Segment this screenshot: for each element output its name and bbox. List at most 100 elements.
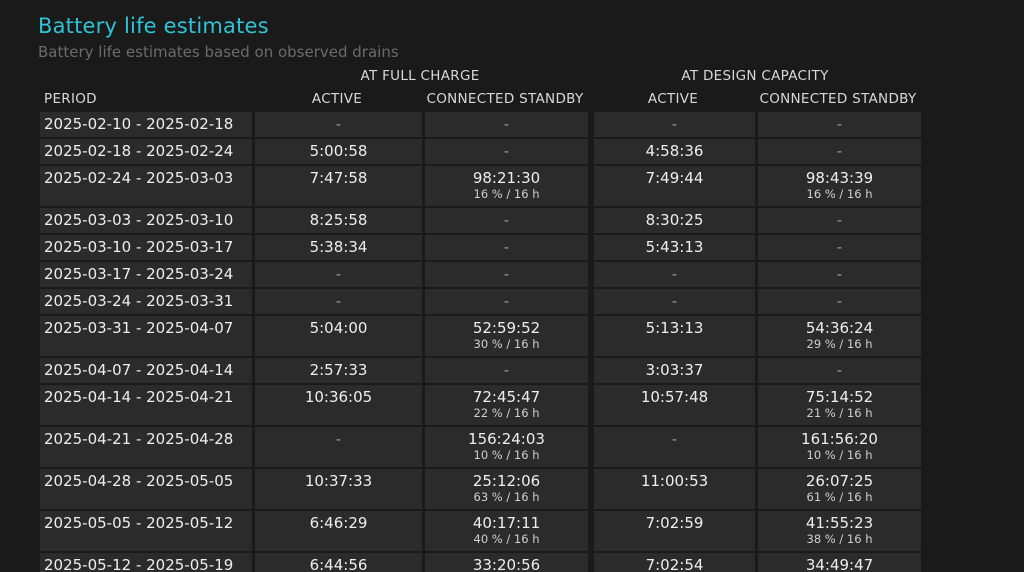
design-active-value: 5:13:13 — [645, 319, 704, 337]
active-cell: 10:37:33 — [255, 469, 422, 509]
connected-standby-cell: 40:17:11 40 % / 16 h — [425, 511, 588, 551]
design-active-cell: 3:03:37 — [594, 358, 755, 383]
table-row: 2025-04-14 - 2025-04-21 10:36:05 72:45:47 2… — [40, 385, 921, 425]
design-active-cell: 11:00:53 — [594, 469, 755, 509]
connected-standby-cell: - — [425, 262, 588, 287]
design-connected-standby-value: - — [836, 265, 843, 283]
design-active-value: 10:57:48 — [640, 388, 709, 406]
design-active-value: 5:43:13 — [645, 238, 704, 256]
design-active-value: 4:58:36 — [645, 142, 704, 160]
design-active-cell: 10:57:48 — [594, 385, 755, 425]
table-row: 2025-02-24 - 2025-03-03 7:47:58 98:21:30 16… — [40, 166, 921, 206]
connected-standby-value: - — [503, 292, 510, 310]
active-cell: 6:46:29 — [255, 511, 422, 551]
active-value: 2:57:33 — [309, 361, 368, 379]
design-connected-standby-cell: 34:49:4746 % / 16 h — [758, 553, 921, 572]
design-connected-standby-value: - — [836, 142, 843, 160]
connected-standby-cell: - — [425, 289, 588, 314]
design-connected-standby-cell: - — [758, 358, 921, 383]
active-value: - — [335, 430, 342, 448]
design-active-value: - — [671, 115, 678, 133]
active-cell: 7:47:58 — [255, 166, 422, 206]
design-connected-standby-cell: - — [758, 208, 921, 233]
design-connected-standby-cell: 75:14:52 21 % / 16 h — [758, 385, 921, 425]
design-connected-standby-cell: 41:55:23 38 % / 16 h — [758, 511, 921, 551]
design-connected-standby-value: - — [836, 211, 843, 229]
period-cell: 2025-04-28 - 2025-05-05 — [40, 469, 252, 509]
design-connected-standby-value: 26:07:25 — [805, 472, 874, 490]
design-active-cell: 7:49:44 — [594, 166, 755, 206]
active-value: 6:46:29 — [309, 514, 368, 532]
design-active-value: - — [671, 430, 678, 448]
connected-standby-drain: 40 % / 16 h — [473, 532, 540, 546]
design-connected-standby-value: 34:49:47 — [805, 556, 874, 572]
table-row: 2025-03-24 - 2025-03-31 - - - - — [40, 289, 921, 314]
connected-standby-drain: 22 % / 16 h — [473, 406, 540, 420]
design-connected-standby-drain: 61 % / 16 h — [806, 490, 873, 504]
design-active-cell: 7:02:54 — [594, 553, 755, 572]
design-active-value: 7:49:44 — [645, 169, 704, 187]
connected-standby-cell: 72:45:47 22 % / 16 h — [425, 385, 588, 425]
period-cell: 2025-02-18 - 2025-02-24 — [40, 139, 252, 164]
active-value: 5:38:34 — [309, 238, 368, 256]
column-header-design-active: ACTIVE — [647, 91, 699, 107]
connected-standby-drain: 30 % / 16 h — [473, 337, 540, 351]
active-cell: - — [255, 112, 422, 137]
connected-standby-value: 52:59:52 — [472, 319, 541, 337]
table-body: 2025-02-10 - 2025-02-18- - - -2025-02-18 - … — [40, 112, 921, 572]
active-value: - — [335, 115, 342, 133]
active-cell: 10:36:05 — [255, 385, 422, 425]
design-connected-standby-cell: - — [758, 289, 921, 314]
design-connected-standby-cell: - — [758, 139, 921, 164]
group-header-design-capacity: AT DESIGN CAPACITY — [681, 68, 829, 84]
design-connected-standby-cell: 26:07:25 61 % / 16 h — [758, 469, 921, 509]
table-row: 2025-05-05 - 2025-05-12 6:46:29 40:17:11 40… — [40, 511, 921, 551]
connected-standby-cell: - — [425, 358, 588, 383]
period-cell: 2025-05-12 - 2025-05-19 — [40, 553, 252, 572]
period-cell: 2025-02-24 - 2025-03-03 — [40, 166, 252, 206]
active-cell: 5:04:00 — [255, 316, 422, 356]
connected-standby-cell: - — [425, 208, 588, 233]
design-active-cell: - — [594, 427, 755, 467]
design-connected-standby-value: - — [836, 238, 843, 256]
connected-standby-cell: 33:20:5648 % / 16 h — [425, 553, 588, 572]
connected-standby-value: 40:17:11 — [472, 514, 541, 532]
connected-standby-value: - — [503, 361, 510, 379]
page-title: Battery life estimates — [38, 14, 269, 38]
period-cell: 2025-04-21 - 2025-04-28 — [40, 427, 252, 467]
active-value: 10:36:05 — [304, 388, 373, 406]
connected-standby-drain: 16 % / 16 h — [473, 187, 540, 201]
connected-standby-value: - — [503, 238, 510, 256]
design-connected-standby-cell: 54:36:24 29 % / 16 h — [758, 316, 921, 356]
connected-standby-value: - — [503, 211, 510, 229]
design-connected-standby-cell: - — [758, 235, 921, 260]
period-cell: 2025-03-24 - 2025-03-31 — [40, 289, 252, 314]
connected-standby-value: - — [503, 142, 510, 160]
battery-estimates-table: 2025-02-10 - 2025-02-18- - - -2025-02-18 - … — [40, 110, 921, 572]
table-row: 2025-03-17 - 2025-03-24 - - - - — [40, 262, 921, 287]
connected-standby-cell: 25:12:06 63 % / 16 h — [425, 469, 588, 509]
active-cell: 6:44:56 — [255, 553, 422, 572]
table-row: 2025-03-10 - 2025-03-17 5:38:34 - 5:43:13 - — [40, 235, 921, 260]
design-connected-standby-value: - — [836, 292, 843, 310]
connected-standby-cell: - — [425, 112, 588, 137]
column-header-period: PERIOD — [44, 91, 97, 107]
group-header-full-charge: AT FULL CHARGE — [360, 68, 480, 84]
design-connected-standby-drain: 29 % / 16 h — [806, 337, 873, 351]
active-cell: - — [255, 262, 422, 287]
design-active-cell: - — [594, 112, 755, 137]
connected-standby-value: 156:24:03 — [468, 430, 545, 448]
active-value: 10:37:33 — [304, 472, 373, 490]
active-cell: 8:25:58 — [255, 208, 422, 233]
design-active-value: 3:03:37 — [645, 361, 704, 379]
design-connected-standby-cell: 98:43:39 16 % / 16 h — [758, 166, 921, 206]
table-row: 2025-03-03 - 2025-03-10 8:25:58 - 8:30:25 - — [40, 208, 921, 233]
design-active-cell: - — [594, 262, 755, 287]
period-cell: 2025-04-07 - 2025-04-14 — [40, 358, 252, 383]
connected-standby-value: - — [503, 265, 510, 283]
table-row: 2025-04-07 - 2025-04-14 2:57:33 - 3:03:37 - — [40, 358, 921, 383]
design-active-value: 7:02:59 — [645, 514, 704, 532]
active-cell: - — [255, 289, 422, 314]
period-cell: 2025-03-10 - 2025-03-17 — [40, 235, 252, 260]
design-connected-standby-cell: - — [758, 112, 921, 137]
